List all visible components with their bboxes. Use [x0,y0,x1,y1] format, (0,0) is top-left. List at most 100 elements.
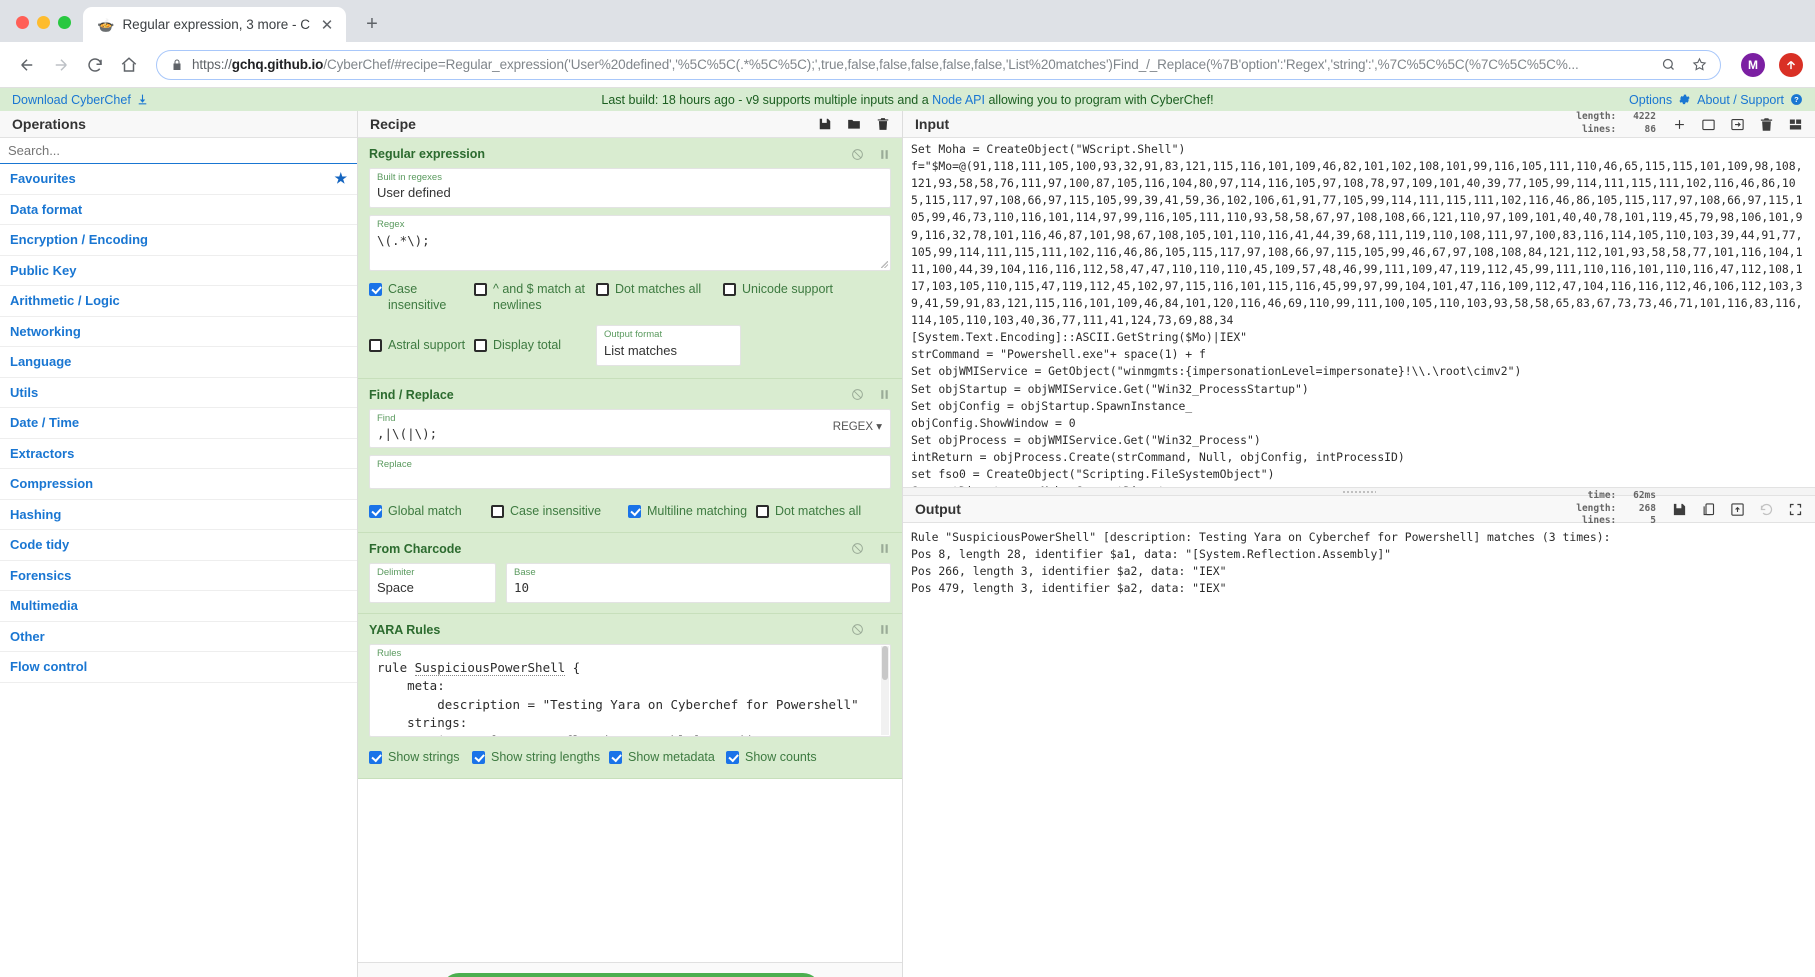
home-icon[interactable] [114,50,144,80]
checkbox-multiline-matching[interactable]: Multiline matching [628,504,756,520]
forward-icon[interactable] [46,50,76,80]
add-input-tab-icon[interactable] [1672,117,1687,132]
pause-breakpoint-icon[interactable] [878,542,891,555]
about-support-button[interactable]: About / Support [1697,93,1784,107]
delimiter-field[interactable]: Delimiter Space [369,562,496,603]
checkbox-box[interactable] [474,283,487,297]
checkbox-display-total[interactable]: Display total [474,338,596,354]
operations-category-list[interactable]: Favourites ★ Data format Encryption / Encod… [0,164,357,977]
checkbox-box[interactable] [369,750,382,764]
bake-button[interactable]: 👱 BAKE! [440,973,822,977]
copy-output-icon[interactable] [1701,502,1716,517]
checkbox-box[interactable] [609,750,622,764]
operations-category-other[interactable]: Other [0,622,357,652]
checkbox-anchors-newlines[interactable]: ^ and $ match at newlines [474,282,596,313]
save-output-icon[interactable] [1672,502,1687,517]
operations-category-date-time[interactable]: Date / Time [0,408,357,439]
undo-icon[interactable] [1759,502,1774,517]
yara-rules-scrollbar[interactable] [881,645,889,735]
operations-category-arithmetic-logic[interactable]: Arithmetic / Logic [0,286,357,317]
search-icon[interactable] [1657,54,1679,76]
download-cyberchef-link[interactable]: Download CyberChef [12,93,149,107]
bookmark-star-icon[interactable] [1688,54,1710,76]
gear-icon[interactable] [1678,93,1691,106]
operations-category-utils[interactable]: Utils [0,378,357,408]
recipe-op-from-charcode[interactable]: From Charcode Delimiter Space Base 10 [358,532,902,614]
checkbox-unicode-support[interactable]: Unicode support [723,282,833,298]
operations-category-encryption-encoding[interactable]: Encryption / Encoding [0,225,357,256]
operations-category-forensics[interactable]: Forensics [0,561,357,591]
operations-category-networking[interactable]: Networking [0,317,357,347]
yara-rules-field[interactable]: Rules rule SuspiciousPowerShell { meta: … [369,643,891,737]
checkbox-case-insensitive[interactable]: Case insensitive [369,282,474,313]
replace-input-icon[interactable] [1730,502,1745,517]
open-file-icon[interactable] [1730,117,1745,132]
disable-op-icon[interactable] [851,148,864,161]
checkbox-dot-matches-all[interactable]: Dot matches all [756,504,861,520]
maximize-output-icon[interactable] [1788,502,1803,517]
disable-op-icon[interactable] [851,388,864,401]
checkbox-box[interactable] [723,283,736,297]
output-format-field[interactable]: Output format List matches [596,325,741,366]
checkbox-show-strings[interactable]: Show strings [369,750,472,766]
find-field[interactable]: Find ,|\(|\); REGEX ▾ [369,408,891,449]
operations-category-extractors[interactable]: Extractors [0,439,357,469]
checkbox-dot-matches-all[interactable]: Dot matches all [596,282,723,298]
operations-category-public-key[interactable]: Public Key [0,256,357,286]
input-textarea[interactable]: Set Moha = CreateObject("WScript.Shell")… [903,138,1815,488]
operations-category-code-tidy[interactable]: Code tidy [0,530,357,561]
new-tab-button[interactable]: + [358,10,386,38]
back-icon[interactable] [12,50,42,80]
operations-category-language[interactable]: Language [0,347,357,378]
io-splitter[interactable] [903,488,1815,496]
close-window-button[interactable] [16,16,29,29]
builtin-regexes-field[interactable]: Built in regexes User defined [369,168,891,209]
checkbox-box[interactable] [369,283,382,297]
replace-field[interactable]: Replace [369,455,891,490]
checkbox-box[interactable] [369,505,382,519]
save-recipe-icon[interactable] [818,117,832,131]
close-tab-icon[interactable]: ✕ [318,16,336,34]
download-icon[interactable] [136,93,149,106]
clear-recipe-icon[interactable] [876,117,890,131]
disable-op-icon[interactable] [851,623,864,636]
checkbox-box[interactable] [491,505,504,519]
search-input[interactable] [0,138,357,164]
clear-input-icon[interactable] [1759,117,1774,132]
maximize-window-button[interactable] [58,16,71,29]
load-recipe-icon[interactable] [847,117,861,131]
checkbox-astral-support[interactable]: Astral support [369,338,474,354]
operations-category-favourites[interactable]: Favourites ★ [0,164,357,195]
checkbox-box[interactable] [596,283,609,297]
pause-breakpoint-icon[interactable] [878,623,891,636]
recipe-op-regular-expression[interactable]: Regular expression Built in regexes User… [358,138,902,379]
options-button[interactable]: Options [1629,93,1672,107]
pause-breakpoint-icon[interactable] [878,148,891,161]
open-folder-icon[interactable] [1701,117,1716,132]
avatar[interactable]: M [1741,52,1765,77]
update-icon[interactable] [1779,52,1803,77]
checkbox-box[interactable] [726,750,739,764]
operations-category-flow-control[interactable]: Flow control [0,652,357,683]
checkbox-box[interactable] [474,338,487,352]
checkbox-global-match[interactable]: Global match [369,504,491,520]
checkbox-box[interactable] [628,505,641,519]
browser-tab[interactable]: 🍲 Regular expression, 3 more - C ✕ [83,7,347,42]
address-bar[interactable]: https://gchq.github.io/CyberChef/#recipe… [156,49,1721,80]
disable-op-icon[interactable] [851,542,864,555]
recipe-op-find-replace[interactable]: Find / Replace Find ,|\(|\); REGEX ▾ Rep… [358,378,902,533]
node-api-link[interactable]: Node API [932,93,985,107]
operations-category-hashing[interactable]: Hashing [0,500,357,530]
reload-icon[interactable] [80,50,110,80]
find-mode-dropdown[interactable]: REGEX ▾ [833,419,882,433]
checkbox-box[interactable] [756,505,769,519]
checkbox-case-insensitive[interactable]: Case insensitive [491,504,628,520]
favourites-star-icon[interactable]: ★ [334,170,347,187]
pause-breakpoint-icon[interactable] [878,388,891,401]
operations-category-multimedia[interactable]: Multimedia [0,591,357,622]
checkbox-show-string-lengths[interactable]: Show string lengths [472,750,609,766]
operations-category-data-format[interactable]: Data format [0,195,357,225]
recipe-op-yara-rules[interactable]: YARA Rules Rules rule SuspiciousPowerShe… [358,613,902,779]
tabs-layout-icon[interactable] [1788,117,1803,132]
recipe-operation-list[interactable]: Regular expression Built in regexes User… [358,138,902,962]
